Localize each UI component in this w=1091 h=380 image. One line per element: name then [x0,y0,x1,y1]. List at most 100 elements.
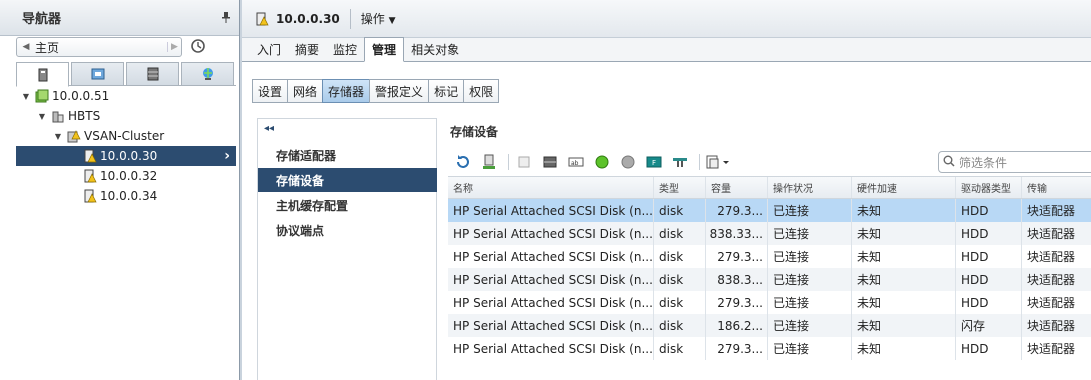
rename-icon[interactable]: ab [565,153,587,171]
host-warning-icon [255,12,269,26]
table-cell: HP Serial Attached SCSI Disk (n... [448,222,654,245]
subtab-tags[interactable]: 标记 [428,79,465,103]
led-off-icon[interactable] [617,153,639,171]
history-icon[interactable] [188,38,208,56]
column-header[interactable]: 名称 [448,177,654,198]
chevron-right-icon[interactable]: › [224,148,230,164]
table-cell: 未知 [852,337,956,360]
tree-item-cluster[interactable]: ▼ VSAN-Cluster [16,126,236,146]
column-header[interactable]: 驱动器类型 [956,177,1022,198]
forward-icon[interactable]: ▶ [167,42,181,52]
filter-input[interactable]: 筛选条件 [938,151,1091,173]
inventory-tree: ▼ 10.0.0.51 ▼ HBTS ▼ VSAN-Cluster 10.0.0… [16,86,236,206]
table-cell: disk [654,268,706,291]
tree-item-host[interactable]: 10.0.0.34 [16,186,236,206]
tab-hosts-clusters[interactable] [16,62,69,87]
table-cell: 已连接 [768,268,852,291]
table-cell: HDD [956,291,1022,314]
hba-icon[interactable] [669,153,691,171]
subtab-alarm-definitions[interactable]: 警报定义 [369,79,430,103]
host-warning-icon [83,169,97,183]
table-cell: HDD [956,268,1022,291]
navigator-pane: 导航器 ◀ 主页 ▶ ▼ 10.0.0.51 ▼ HBTS ▼ VSAN-Clu… [0,0,240,380]
column-header[interactable]: 容量 [706,177,768,198]
host-warning-icon [83,149,97,163]
vcenter-icon [35,89,49,103]
menu-protocol-endpoints[interactable]: 协议端点 [258,218,437,242]
tree-item-datacenter[interactable]: ▼ HBTS [16,106,236,126]
column-header[interactable]: 传输 [1022,177,1091,198]
table-row[interactable]: HP Serial Attached SCSI Disk (n... disk 27… [448,337,1091,360]
table-row[interactable]: HP Serial Attached SCSI Disk (n... disk 27… [448,199,1091,222]
expand-icon[interactable]: ▼ [20,92,32,101]
menu-storage-devices[interactable]: 存储设备 [258,168,437,192]
subtab-settings[interactable]: 设置 [252,79,289,103]
subtab-permissions[interactable]: 权限 [463,79,500,103]
flash-icon[interactable]: F [643,153,665,171]
tab-storage[interactable] [126,62,179,85]
column-header[interactable]: 操作状况 [768,177,852,198]
subtab-networking[interactable]: 网络 [287,79,324,103]
table-cell: 未知 [852,199,956,222]
pin-icon[interactable] [221,11,231,26]
tree-item-label: 10.0.0.34 [100,189,158,203]
navigator-header: 导航器 [0,0,239,36]
table-cell: disk [654,337,706,360]
column-header[interactable]: 类型 [654,177,706,198]
svg-text:ab: ab [571,160,579,167]
attach-device-icon[interactable] [478,153,500,171]
collapse-icon[interactable]: ◂◂ [264,123,274,134]
search-icon [943,155,955,170]
subtab-storage[interactable]: 存储器 [322,79,371,103]
table-cell: 838.33... [706,222,768,245]
table-body: HP Serial Attached SCSI Disk (n... disk 27… [448,199,1091,360]
table-cell: 块适配器 [1027,342,1076,356]
detach-icon[interactable] [513,153,535,171]
led-on-icon[interactable] [591,153,613,171]
expand-icon[interactable]: ▼ [36,112,48,121]
back-icon[interactable]: ◀ [17,42,35,52]
tab-manage[interactable]: 管理 [364,37,405,62]
tab-monitor[interactable]: 监控 [326,38,364,61]
filter-placeholder: 筛选条件 [959,155,1008,170]
table-cell: HP Serial Attached SCSI Disk (n... [448,199,654,222]
vm-icon [91,67,105,81]
storage-devices-panel: 存储设备 ab F 筛选条件 名称 类型 容量 操作状况 硬件加速 驱动器类型 … [442,118,1091,380]
table-row[interactable]: HP Serial Attached SCSI Disk (n... disk 83… [448,222,1091,245]
table-row[interactable]: HP Serial Attached SCSI Disk (n... disk 83… [448,268,1091,291]
menu-storage-adapters[interactable]: 存储适配器 [258,143,437,167]
expand-icon[interactable]: ▼ [52,132,64,141]
disk-icon[interactable] [539,153,561,171]
column-header[interactable]: 硬件加速 [852,177,956,198]
table-cell: disk [654,314,706,337]
main-tabs: 入门 摘要 监控 管理 相关对象 [242,37,1091,62]
tab-vms-templates[interactable] [71,62,124,85]
tab-networking[interactable] [181,62,234,85]
table-row[interactable]: HP Serial Attached SCSI Disk (n... disk 27… [448,245,1091,268]
table-cell: 279.3... [706,199,768,222]
export-menu-icon[interactable] [704,153,734,171]
menu-host-cache[interactable]: 主机缓存配置 [258,193,437,217]
table-cell: 279.3... [706,337,768,360]
table-cell: disk [654,199,706,222]
main-pane: 10.0.0.30 操作 ▼ 入门 摘要 监控 管理 相关对象 设置 网络 存储… [242,0,1091,380]
table-cell: 838.3... [706,268,768,291]
tree-item-host[interactable]: 10.0.0.32 [16,166,236,186]
table-cell: 块适配器 [1027,296,1076,310]
table-cell: HDD [956,337,1022,360]
tree-item-vcenter[interactable]: ▼ 10.0.0.51 [16,86,236,106]
tab-getting-started[interactable]: 入门 [250,38,288,61]
table-cell: 已连接 [768,291,852,314]
home-breadcrumb[interactable]: ◀ 主页 ▶ [16,37,182,57]
table-row[interactable]: HP Serial Attached SCSI Disk (n... disk 18… [448,314,1091,337]
tree-item-host-selected[interactable]: 10.0.0.30 › [16,146,236,166]
caret-down-icon: ▼ [388,16,396,26]
refresh-icon[interactable] [452,153,474,171]
storage-devices-table: 名称 类型 容量 操作状况 硬件加速 驱动器类型 传输 HP Serial At… [448,176,1091,360]
tab-summary[interactable]: 摘要 [288,38,326,61]
table-row[interactable]: HP Serial Attached SCSI Disk (n... disk 27… [448,291,1091,314]
actions-menu[interactable]: 操作 ▼ [361,10,396,27]
table-cell: 279.3... [706,245,768,268]
table-cell: 块适配器 [1027,204,1076,218]
tab-related-objects[interactable]: 相关对象 [404,38,466,61]
